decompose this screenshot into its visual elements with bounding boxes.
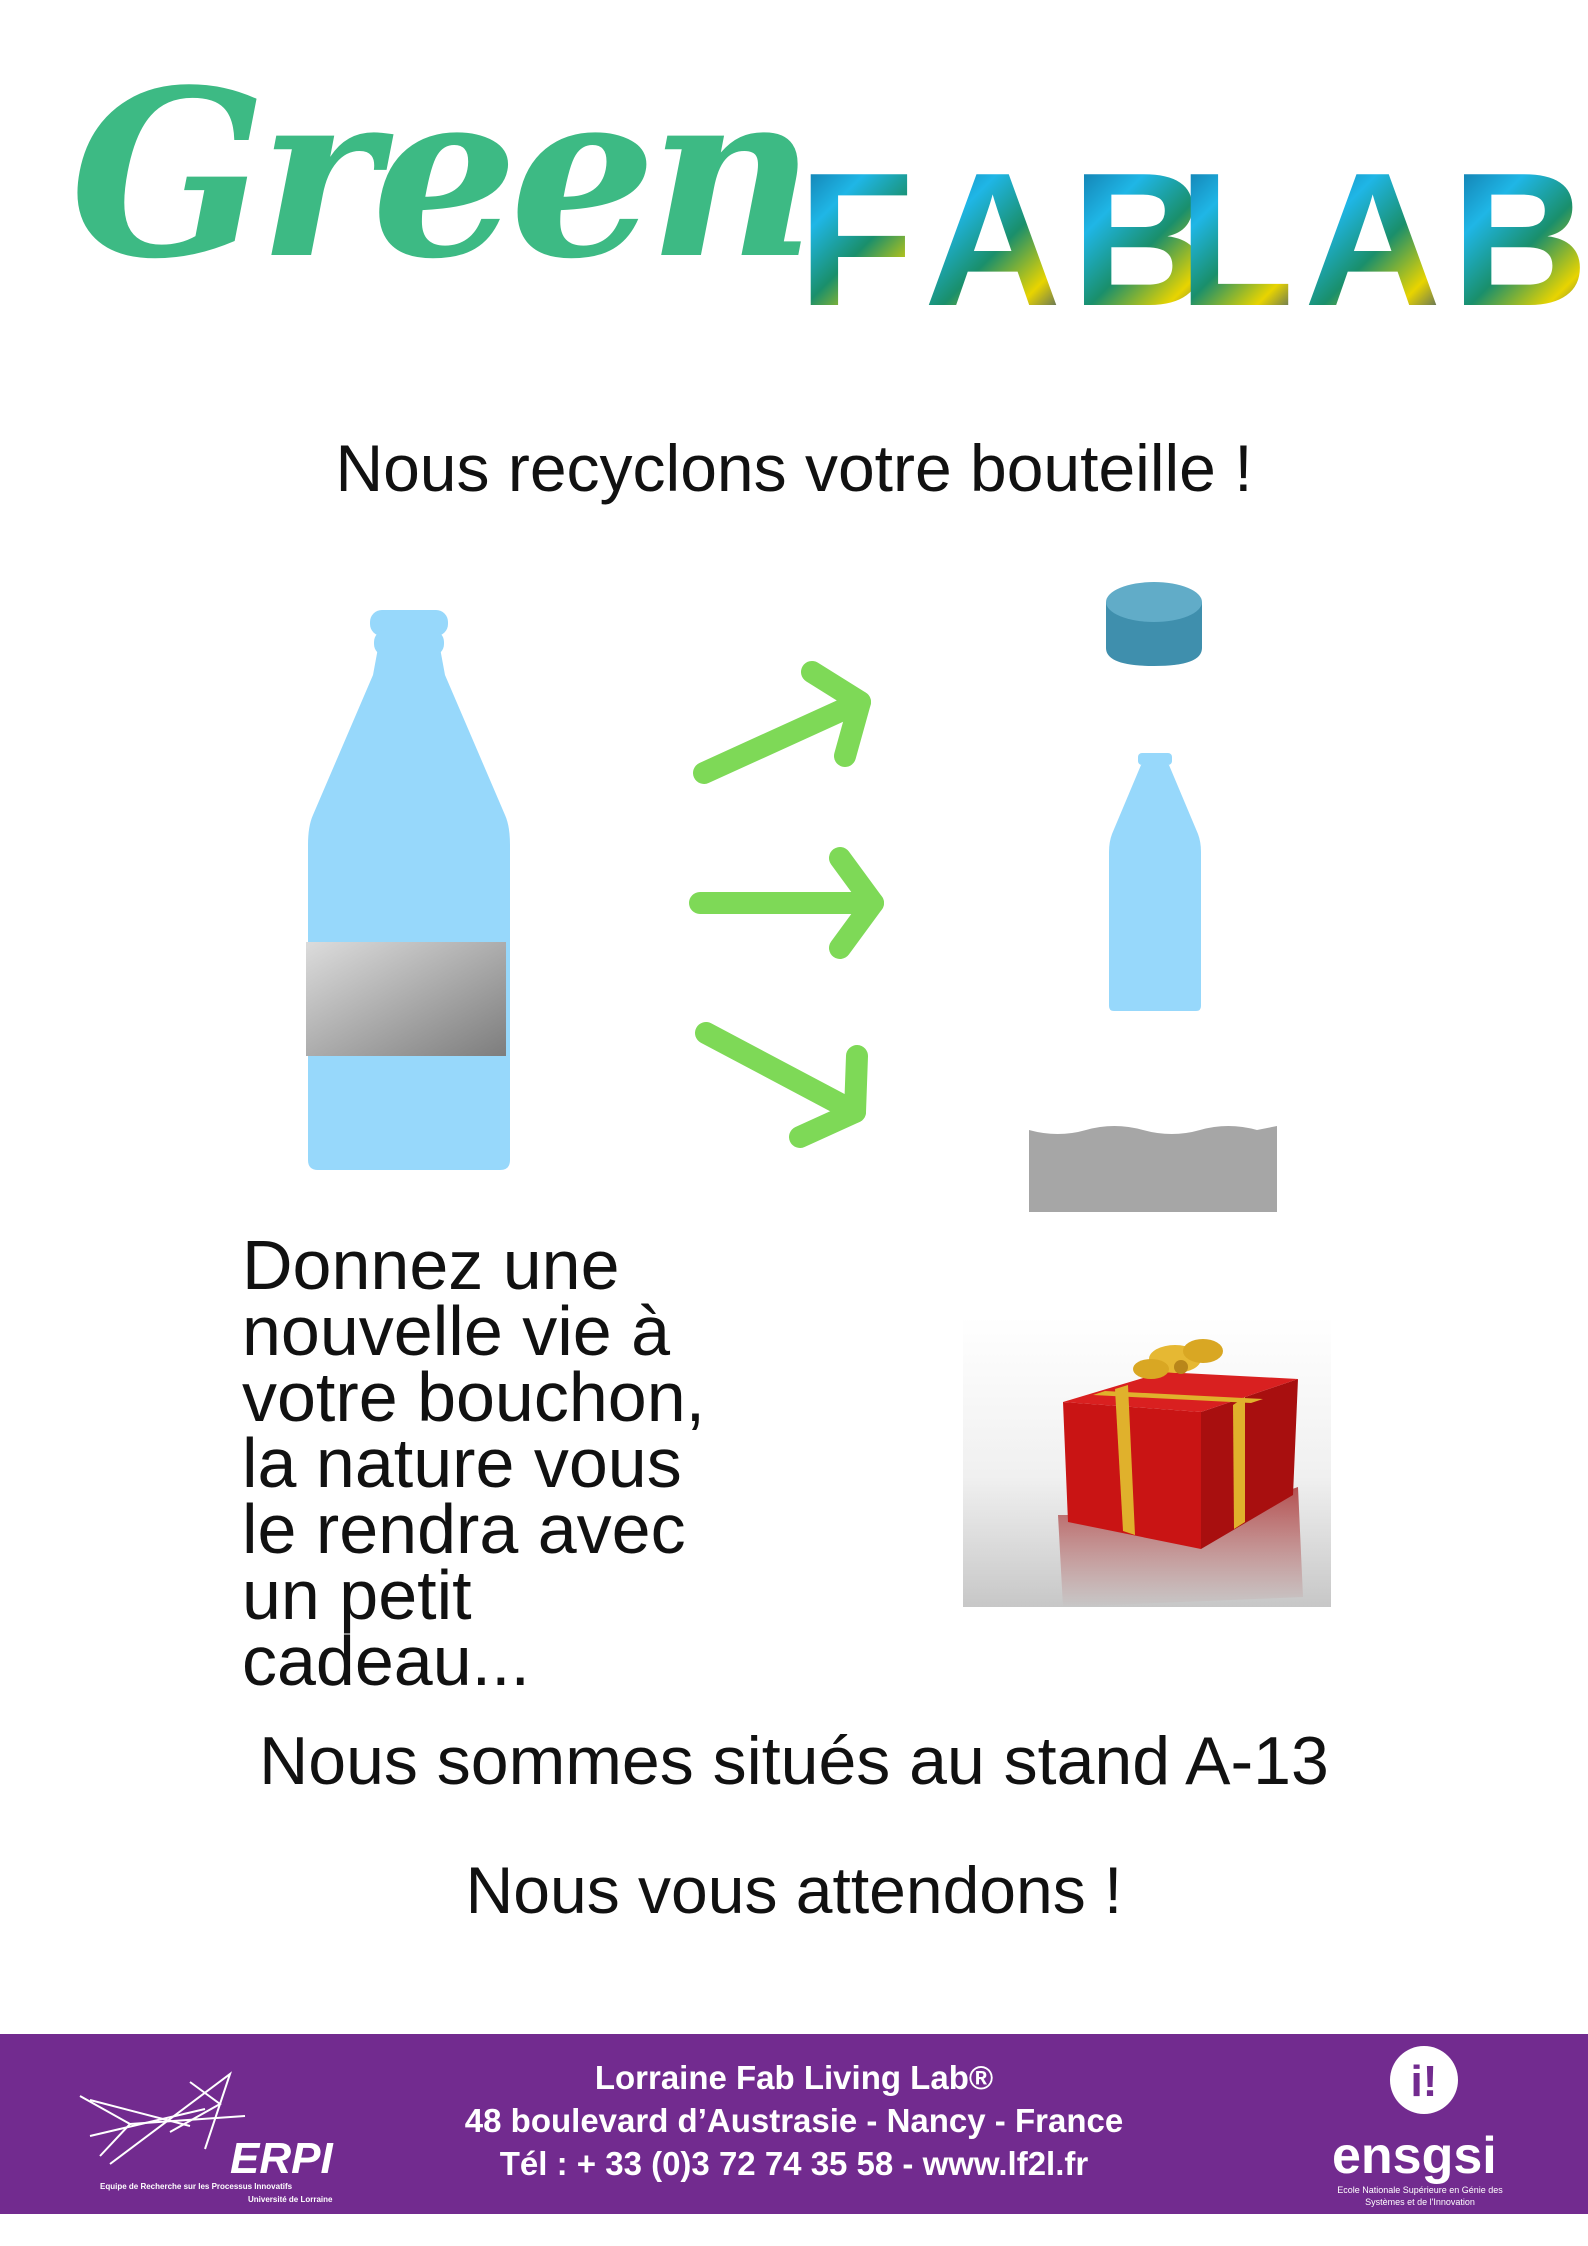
logo-letter: L: [1178, 134, 1295, 346]
ensgsi-subtitle: Ecole Nationale Supérieure en Génie des …: [1337, 2185, 1503, 2207]
footer-contact: Lorraine Fab Living Lab® 48 boulevard d’…: [394, 2056, 1194, 2185]
headline: Nous recyclons votre bouteille !: [335, 431, 1253, 505]
logo-lab-word: L A B: [1178, 134, 1588, 346]
logo-letter: F: [798, 134, 915, 346]
logo-fab-word: F A B: [798, 134, 1209, 346]
body-line: cadeau...: [242, 1622, 530, 1700]
ensgsi-logo-icon: i!: [1390, 2046, 1458, 2114]
footer-line-org: Lorraine Fab Living Lab®: [594, 2059, 994, 2096]
erpi-subtitle: Equipe de Recherche sur les Processus In…: [100, 2182, 293, 2191]
footer: ERPI Equipe de Recherche sur les Process…: [0, 2034, 1588, 2214]
arrow-icon: [693, 661, 871, 784]
erpi-logo-icon: [79, 2071, 246, 2165]
body-line: votre bouchon,: [242, 1358, 706, 1436]
body-text: Donnez une nouvelle vie à votre bouchon,…: [242, 1226, 802, 1700]
arrow-icon: [695, 1022, 868, 1148]
small-bottle-icon: [1109, 753, 1201, 1011]
label-strip-icon: [1029, 1126, 1277, 1212]
stand-text: Nous sommes situés au stand A-13: [259, 1723, 1329, 1799]
body-line: un petit: [242, 1556, 472, 1634]
body-line: Donnez une: [242, 1226, 620, 1304]
wait-text: Nous vous attendons !: [465, 1853, 1123, 1927]
erpi-logo: ERPI: [230, 2134, 333, 2183]
gift-image: [963, 1317, 1331, 1607]
bottle-icon: [306, 610, 510, 1170]
bottle-label: [306, 942, 506, 1056]
cap-icon: [1106, 582, 1202, 666]
logo-green-word: Green: [70, 40, 815, 310]
body-line: nouvelle vie à: [242, 1292, 671, 1370]
body-line: le rendra avec: [242, 1490, 686, 1568]
footer-line-address: 48 boulevard d’Austrasie - Nancy - Franc…: [464, 2102, 1124, 2139]
erpi-university: Université de Lorraine: [248, 2195, 333, 2204]
svg-text:i!: i!: [1411, 2057, 1438, 2106]
logo-letter: B: [1451, 134, 1588, 346]
body-line: la nature vous: [242, 1424, 682, 1502]
logo-letter: A: [924, 134, 1062, 346]
footer-line-contact: Tél : + 33 (0)3 72 74 35 58 - www.lf2l.f…: [499, 2145, 1089, 2182]
recycling-illustration: [306, 582, 1277, 1212]
gift-icon: [1058, 1339, 1303, 1607]
arrow-icon: [689, 847, 884, 959]
ensgsi-logo: ensgsi: [1332, 2127, 1497, 2185]
logo-letter: A: [1304, 134, 1442, 346]
